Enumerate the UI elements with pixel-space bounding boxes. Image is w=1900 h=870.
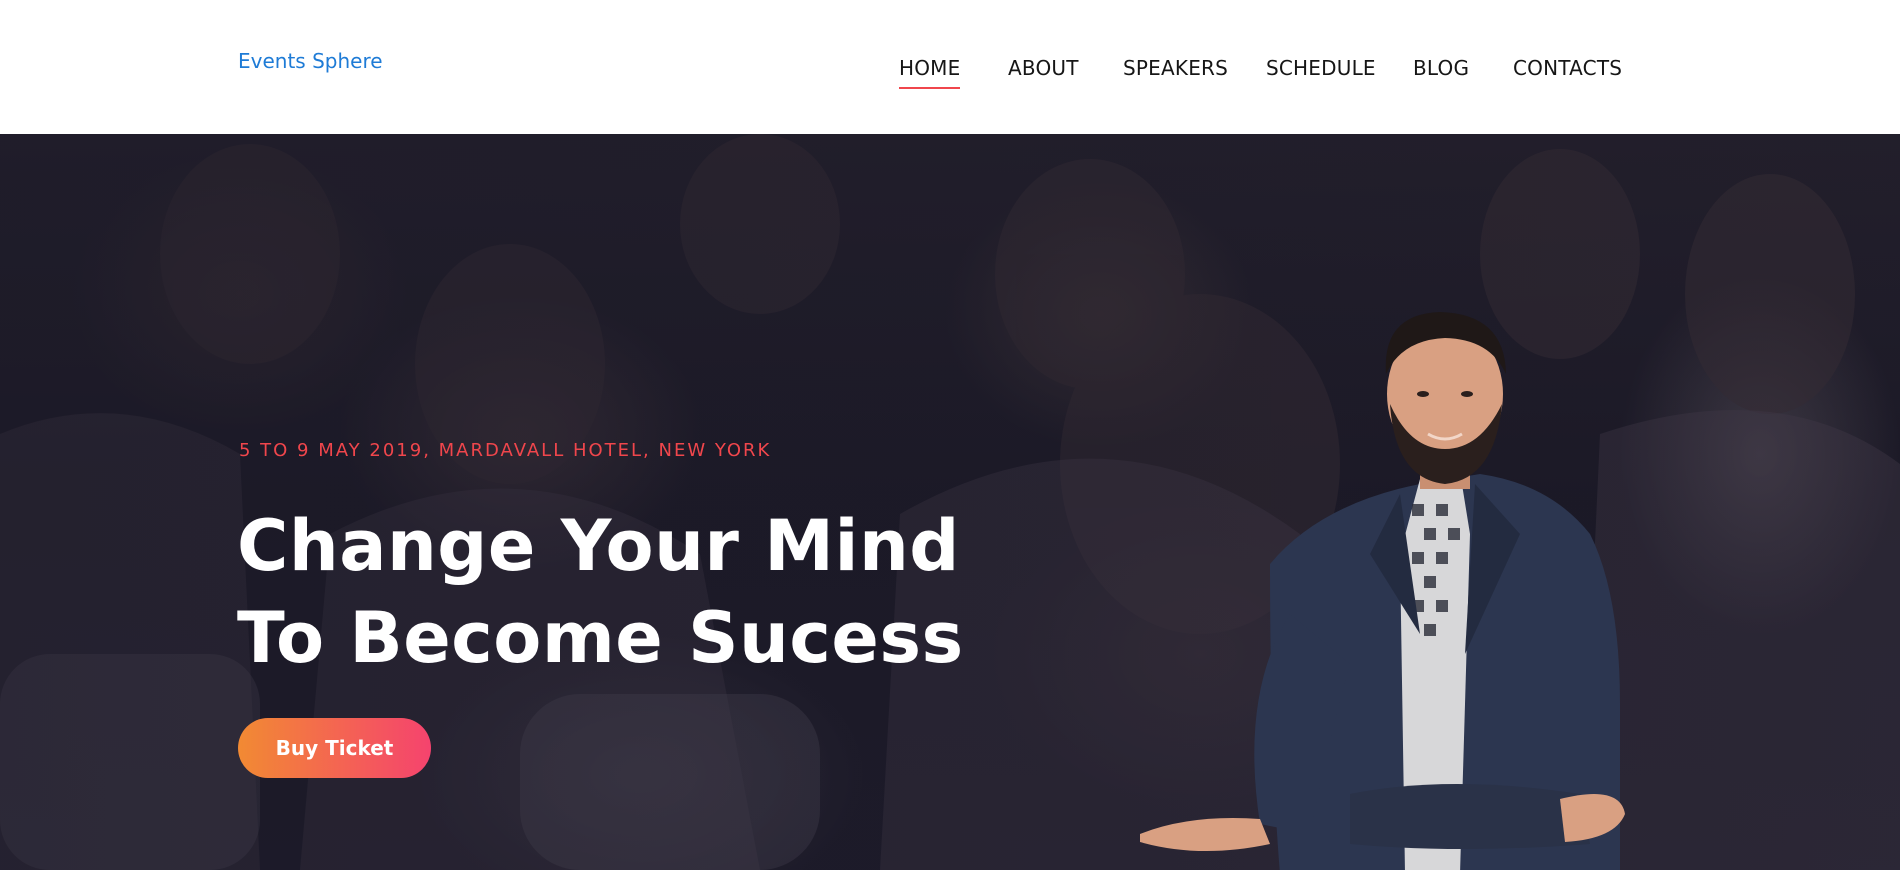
nav-item-home[interactable]: HOME — [899, 56, 961, 89]
site-logo[interactable]: Events Sphere — [238, 49, 383, 73]
nav-item-about[interactable]: ABOUT — [1008, 56, 1079, 88]
hero-title-line-2: To Become Sucess — [237, 597, 964, 679]
hero-title-line-1: Change Your Mind — [237, 505, 960, 587]
nav-item-schedule[interactable]: SCHEDULE — [1266, 56, 1376, 88]
hero-title: Change Your Mind To Become Sucess — [237, 500, 997, 684]
nav-item-blog[interactable]: BLOG — [1413, 56, 1469, 88]
speaker-image — [1140, 312, 1625, 870]
nav-item-speakers[interactable]: SPEAKERS — [1123, 56, 1228, 88]
event-date-location: 5 TO 9 MAY 2019, MARDAVALL HOTEL, NEW YO… — [239, 440, 772, 461]
nav-item-contacts[interactable]: CONTACTS — [1513, 56, 1622, 88]
buy-ticket-button[interactable]: Buy Ticket — [238, 718, 431, 778]
hero-section: 5 TO 9 MAY 2019, MARDAVALL HOTEL, NEW YO… — [0, 134, 1900, 870]
site-header: Events Sphere HOME ABOUT SPEAKERS SCHEDU… — [0, 0, 1900, 134]
